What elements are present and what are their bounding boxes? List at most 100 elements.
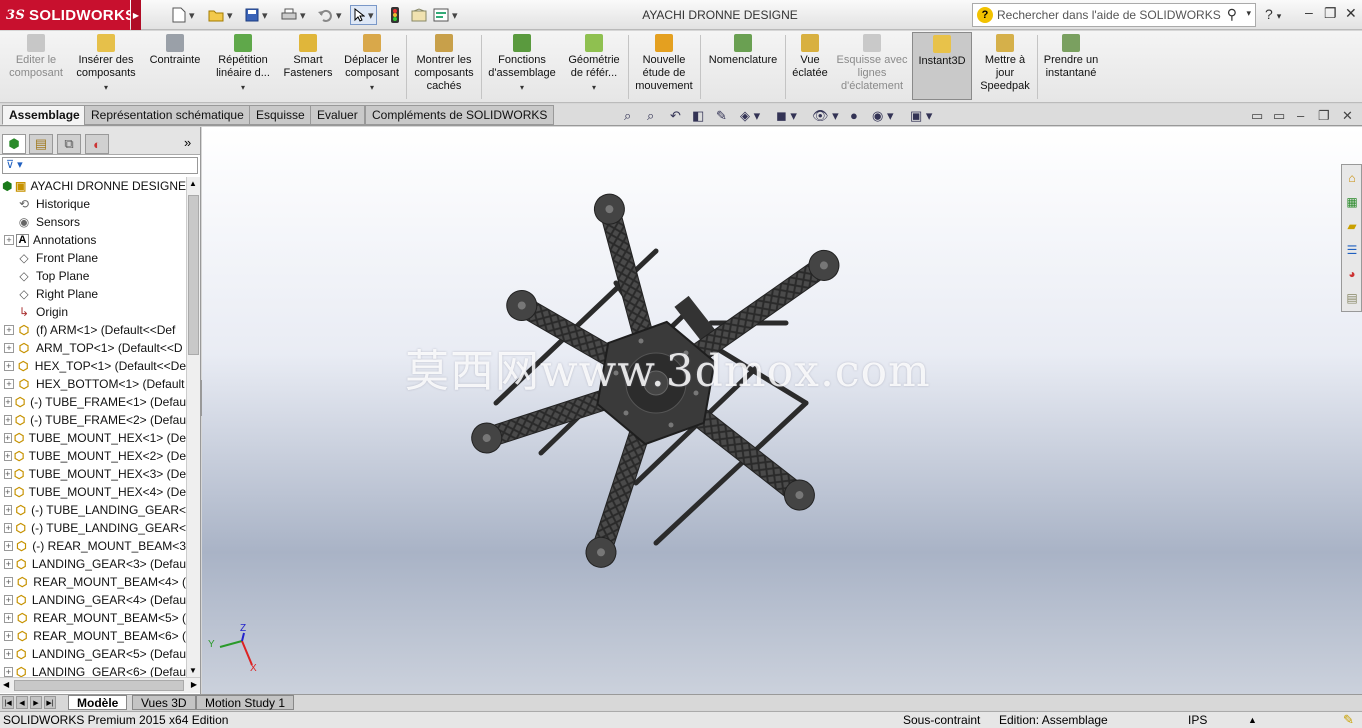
expand-node-icon[interactable]: + bbox=[4, 397, 13, 407]
tree-item[interactable]: + ⬡ REAR_MOUNT_BEAM<6> ( bbox=[0, 627, 186, 645]
expand-node-icon[interactable]: + bbox=[4, 631, 14, 641]
tree-item[interactable]: ◇ Right Plane bbox=[0, 285, 186, 303]
expand-node-icon[interactable]: + bbox=[4, 379, 14, 389]
display-manager-tab-icon[interactable]: ◐ bbox=[85, 134, 109, 154]
property-manager-tab-icon[interactable]: ▤ bbox=[29, 134, 53, 154]
tree-item[interactable]: + ⬡ LANDING_GEAR<5> (Defau bbox=[0, 645, 186, 663]
tree-root-assembly[interactable]: ⬢ ▣ AYACHI DRONNE DESIGNE bbox=[0, 177, 186, 195]
file-properties-icon[interactable] bbox=[411, 5, 427, 25]
scroll-down-icon[interactable]: ▼ bbox=[189, 666, 197, 675]
tree-item[interactable]: + ⬡ (-) TUBE_FRAME<2> (Defau bbox=[0, 411, 186, 429]
assembly-features-button[interactable]: Fonctions d'assemblage ▾ bbox=[485, 34, 559, 102]
search-dropdown-icon[interactable]: ▾ bbox=[1246, 8, 1251, 19]
tree-vertical-scrollbar[interactable]: ▲ ▼ bbox=[186, 177, 200, 677]
logo-menu-arrow-icon[interactable]: ▶ bbox=[131, 0, 141, 30]
previous-view-icon[interactable]: ↶ bbox=[670, 108, 681, 124]
take-snapshot-button[interactable]: Prendre un instantané bbox=[1040, 34, 1102, 102]
solidworks-logo[interactable]: 3S SOLIDWORKS bbox=[0, 0, 135, 30]
tab-assemblage[interactable]: Assemblage bbox=[2, 105, 87, 125]
tree-item[interactable]: + ⬡ REAR_MOUNT_BEAM<4> ( bbox=[0, 573, 186, 591]
tab-esquisse[interactable]: Esquisse bbox=[249, 105, 312, 125]
tree-item[interactable]: ◇ Front Plane bbox=[0, 249, 186, 267]
show-hidden-components-button[interactable]: Montrer les composants cachés bbox=[410, 34, 478, 102]
status-units[interactable]: IPS bbox=[1188, 713, 1207, 727]
insert-components-button[interactable]: Insérer des composants ▾ bbox=[72, 34, 140, 102]
zoom-to-area-icon[interactable]: ⌕ bbox=[647, 108, 654, 124]
tree-item[interactable]: + ⬡ TUBE_MOUNT_HEX<3> (De bbox=[0, 465, 186, 483]
expand-node-icon[interactable]: + bbox=[4, 505, 13, 515]
tab-representation-schematique[interactable]: Représentation schématique bbox=[84, 105, 251, 125]
file-explorer-icon[interactable]: ▰ bbox=[1344, 217, 1360, 235]
select-arrow-icon[interactable]: ▾ bbox=[350, 5, 377, 25]
tree-item[interactable]: + ⬡ (-) TUBE_FRAME<1> (Defau bbox=[0, 393, 186, 411]
scroll-up-icon[interactable]: ▲ bbox=[189, 179, 197, 188]
expand-panel-icon[interactable]: » bbox=[184, 135, 191, 150]
section-view-icon[interactable]: ◧ bbox=[692, 108, 704, 124]
tree-item[interactable]: + ⬡ (f) ARM<1> (Default<<Def bbox=[0, 321, 186, 339]
tree-item[interactable]: + ⬡ (-) REAR_MOUNT_BEAM<3 bbox=[0, 537, 186, 555]
help-menu-button[interactable]: ? ▾ bbox=[1265, 6, 1281, 22]
save-icon[interactable]: ▾ bbox=[245, 5, 268, 25]
edit-component-button[interactable]: Editer le composant bbox=[4, 34, 68, 102]
expand-node-icon[interactable]: + bbox=[4, 577, 14, 587]
feature-manager-tab-icon[interactable]: ⬢ bbox=[2, 134, 26, 154]
expand-node-icon[interactable]: + bbox=[4, 649, 13, 659]
solidworks-resources-icon[interactable]: ⌂ bbox=[1344, 169, 1360, 187]
tree-item[interactable]: + ⬡ REAR_MOUNT_BEAM<5> ( bbox=[0, 609, 186, 627]
tree-item[interactable]: + ⬡ TUBE_MOUNT_HEX<2> (De bbox=[0, 447, 186, 465]
reference-geometry-button[interactable]: Géométrie de référ... ▾ bbox=[563, 34, 625, 102]
configuration-manager-tab-icon[interactable]: ⧉ bbox=[57, 134, 81, 154]
units-dropdown-icon[interactable]: ▲ bbox=[1248, 715, 1257, 725]
expand-node-icon[interactable]: + bbox=[4, 235, 14, 245]
expand-node-icon[interactable]: + bbox=[4, 595, 13, 605]
explode-line-sketch-button[interactable]: Esquisse avec lignes d'éclatement bbox=[836, 34, 908, 102]
expand-node-icon[interactable]: + bbox=[4, 487, 12, 497]
scroll-right-icon[interactable]: ▶ bbox=[191, 680, 197, 689]
tab-evaluer[interactable]: Evaluer bbox=[310, 105, 365, 125]
help-search-input[interactable]: ? Rechercher dans l'aide de SOLIDWORKS ⚲… bbox=[972, 3, 1256, 27]
last-tab-icon[interactable]: ▶| bbox=[44, 696, 56, 709]
design-library-icon[interactable]: ▦ bbox=[1344, 193, 1360, 211]
tile-horizontal-icon[interactable]: ▭ bbox=[1251, 108, 1263, 124]
drone-assembly-model[interactable] bbox=[202, 127, 1362, 694]
tree-horizontal-scrollbar[interactable]: ◀ ▶ bbox=[0, 677, 200, 693]
hscroll-thumb[interactable] bbox=[14, 680, 184, 691]
tree-item[interactable]: ◇ Top Plane bbox=[0, 267, 186, 285]
tree-item[interactable]: + ⬡ TUBE_MOUNT_HEX<1> (De bbox=[0, 429, 186, 447]
doc-close-icon[interactable]: ✕ bbox=[1342, 108, 1353, 124]
tab-modele[interactable]: Modèle bbox=[68, 695, 128, 710]
appearances-icon[interactable]: ◕ bbox=[1344, 265, 1360, 283]
view-palette-icon[interactable]: ☰ bbox=[1344, 241, 1360, 259]
restore-window-icon[interactable]: ❐ bbox=[1324, 5, 1337, 22]
tree-item[interactable]: ↳ Origin bbox=[0, 303, 186, 321]
bom-button[interactable]: Nomenclature bbox=[704, 34, 782, 102]
new-document-icon[interactable]: ▾ bbox=[172, 5, 195, 25]
rebuild-status-icon[interactable]: ✎ bbox=[1343, 712, 1354, 728]
scroll-left-icon[interactable]: ◀ bbox=[3, 680, 9, 689]
prev-tab-icon[interactable]: ◀ bbox=[16, 696, 28, 709]
options-icon[interactable]: ▾ bbox=[433, 5, 458, 25]
expand-node-icon[interactable]: + bbox=[4, 523, 13, 533]
expand-node-icon[interactable]: + bbox=[4, 343, 14, 353]
instant3d-button[interactable]: Instant3D bbox=[912, 32, 972, 100]
minimize-window-icon[interactable]: – bbox=[1305, 4, 1313, 20]
linear-pattern-button[interactable]: Répétition linéaire d... ▾ bbox=[210, 34, 276, 102]
tree-item[interactable]: + ⬡ (-) TUBE_LANDING_GEAR< bbox=[0, 501, 186, 519]
next-tab-icon[interactable]: ▶ bbox=[30, 696, 42, 709]
tab-vues-3d[interactable]: Vues 3D bbox=[132, 695, 196, 710]
expand-node-icon[interactable]: + bbox=[4, 469, 12, 479]
tree-item[interactable]: + ⬡ LANDING_GEAR<6> (Defau bbox=[0, 663, 186, 677]
tree-item[interactable]: + ⬡ HEX_BOTTOM<1> (Default bbox=[0, 375, 186, 393]
expand-node-icon[interactable]: + bbox=[4, 667, 13, 677]
custom-properties-icon[interactable]: ▤ bbox=[1344, 289, 1360, 307]
tree-item[interactable]: + ⬡ LANDING_GEAR<4> (Defau bbox=[0, 591, 186, 609]
rebuild-traffic-light-icon[interactable] bbox=[390, 5, 400, 25]
hide-show-items-icon[interactable]: 👁 ▾ bbox=[812, 108, 839, 124]
edit-appearance-icon[interactable]: ● bbox=[850, 108, 858, 123]
expand-node-icon[interactable]: + bbox=[4, 415, 13, 425]
scroll-thumb[interactable] bbox=[188, 195, 199, 355]
view-settings-icon[interactable]: ▣ ▾ bbox=[910, 108, 932, 124]
tree-item[interactable]: + ⬡ ARM_TOP<1> (Default<<D bbox=[0, 339, 186, 357]
tree-filter-input[interactable]: ⊽ ▾ bbox=[2, 157, 198, 174]
expand-node-icon[interactable]: + bbox=[4, 325, 14, 335]
